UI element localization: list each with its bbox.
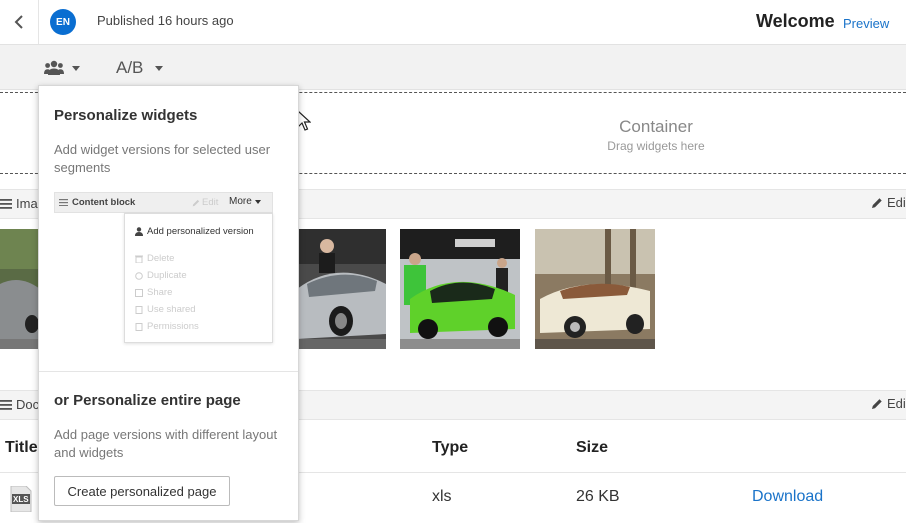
chevron-down-icon	[254, 199, 261, 204]
drag-handle-icon	[59, 199, 68, 206]
trash-icon	[135, 255, 143, 263]
illustration-menu-item-label: Duplicate	[147, 270, 187, 281]
popover-heading-page: or Personalize entire page	[54, 392, 241, 409]
images-widget-title: Ima	[0, 196, 38, 211]
illustration-menu-item: Permissions	[135, 321, 199, 332]
image-thumbnail[interactable]	[400, 229, 520, 349]
popover-divider	[39, 371, 298, 372]
illustration-menu-item-label: Use shared	[147, 304, 196, 315]
illustration-more-label: More	[229, 196, 252, 207]
pencil-icon	[872, 398, 882, 409]
users-icon	[44, 60, 64, 75]
image-thumbnail[interactable]	[0, 229, 40, 349]
ab-test-dropdown[interactable]: A/B	[116, 56, 164, 80]
illustration-edit: Edit	[192, 197, 218, 208]
drag-handle-icon[interactable]	[0, 399, 12, 410]
cell-type: xls	[432, 488, 452, 505]
illustration-menu-item: Share	[135, 287, 172, 298]
cell-size: 26 KB	[576, 488, 620, 505]
illustration-menu-item-label: Share	[147, 287, 173, 298]
documents-title-text: Doc	[16, 397, 40, 412]
documents-widget-title: Doc	[0, 397, 39, 412]
chevron-down-icon	[72, 65, 80, 71]
personalization-popover: Personalize widgets Add widget versions …	[38, 85, 299, 521]
column-header-type[interactable]: Type	[432, 439, 468, 457]
create-personalized-page-button[interactable]: Create personalized page	[54, 476, 230, 506]
chevron-left-icon	[14, 15, 23, 29]
popover-heading-widgets: Personalize widgets	[54, 107, 198, 124]
illustration-block-label: Content block	[72, 197, 136, 208]
images-title-text: Ima	[16, 196, 38, 211]
image-thumbnail[interactable]	[535, 229, 655, 349]
mouse-cursor-icon	[297, 110, 311, 131]
image-thumbnail[interactable]	[297, 229, 386, 349]
illustration-menu-item-label: Permissions	[147, 321, 199, 332]
page-title: Welcome	[756, 11, 835, 31]
column-header-title[interactable]: Title	[5, 439, 38, 457]
file-type-badge: XLS	[13, 495, 29, 504]
pencil-icon	[872, 197, 882, 208]
drag-handle-icon[interactable]	[0, 198, 12, 209]
chevron-down-icon	[155, 65, 164, 71]
illustration-more: More	[229, 196, 261, 207]
popover-description-page: Add page versions with different layout …	[54, 427, 278, 460]
back-button[interactable]	[0, 0, 39, 44]
popover-description-widgets: Add widget versions for selected user se…	[54, 142, 271, 175]
illustration-widget-bar: Content block Edit More	[54, 192, 273, 213]
illustration-menu-item: Delete	[135, 253, 174, 264]
download-link[interactable]: Download	[752, 488, 823, 506]
copy-icon	[135, 271, 143, 280]
illustration-edit-label: Edit	[202, 197, 219, 208]
documents-edit-button[interactable]: Edi	[871, 396, 906, 411]
document-icon	[135, 322, 143, 331]
illustration-menu-item: Duplicate	[135, 270, 187, 281]
edit-label: Edi	[887, 396, 906, 411]
illustration-widget-menu: Add personalized version Delete Duplicat…	[124, 213, 273, 343]
user-icon	[135, 227, 143, 236]
share-icon	[135, 288, 143, 297]
illustration-menu-item-label: Delete	[147, 253, 175, 264]
publish-status: Published 16 hours ago	[97, 13, 234, 28]
preview-link[interactable]: Preview	[843, 16, 889, 31]
illustration-menu-add: Add personalized version	[135, 226, 254, 237]
images-edit-button[interactable]: Edi	[871, 195, 906, 210]
illustration-menu-item: Use shared	[135, 304, 196, 315]
segments-dropdown[interactable]	[44, 56, 90, 80]
container-label: Container	[619, 117, 693, 136]
xls-file-icon: XLS	[9, 485, 33, 513]
document-icon	[135, 305, 143, 314]
edit-label: Edi	[887, 195, 906, 210]
illustration-menu-add-label: Add personalized version	[147, 226, 254, 237]
ab-label: A/B	[116, 58, 144, 77]
avatar[interactable]: EN	[50, 9, 76, 35]
container-hint: Drag widgets here	[607, 139, 705, 153]
pencil-icon	[192, 199, 200, 206]
column-header-size[interactable]: Size	[576, 439, 608, 457]
